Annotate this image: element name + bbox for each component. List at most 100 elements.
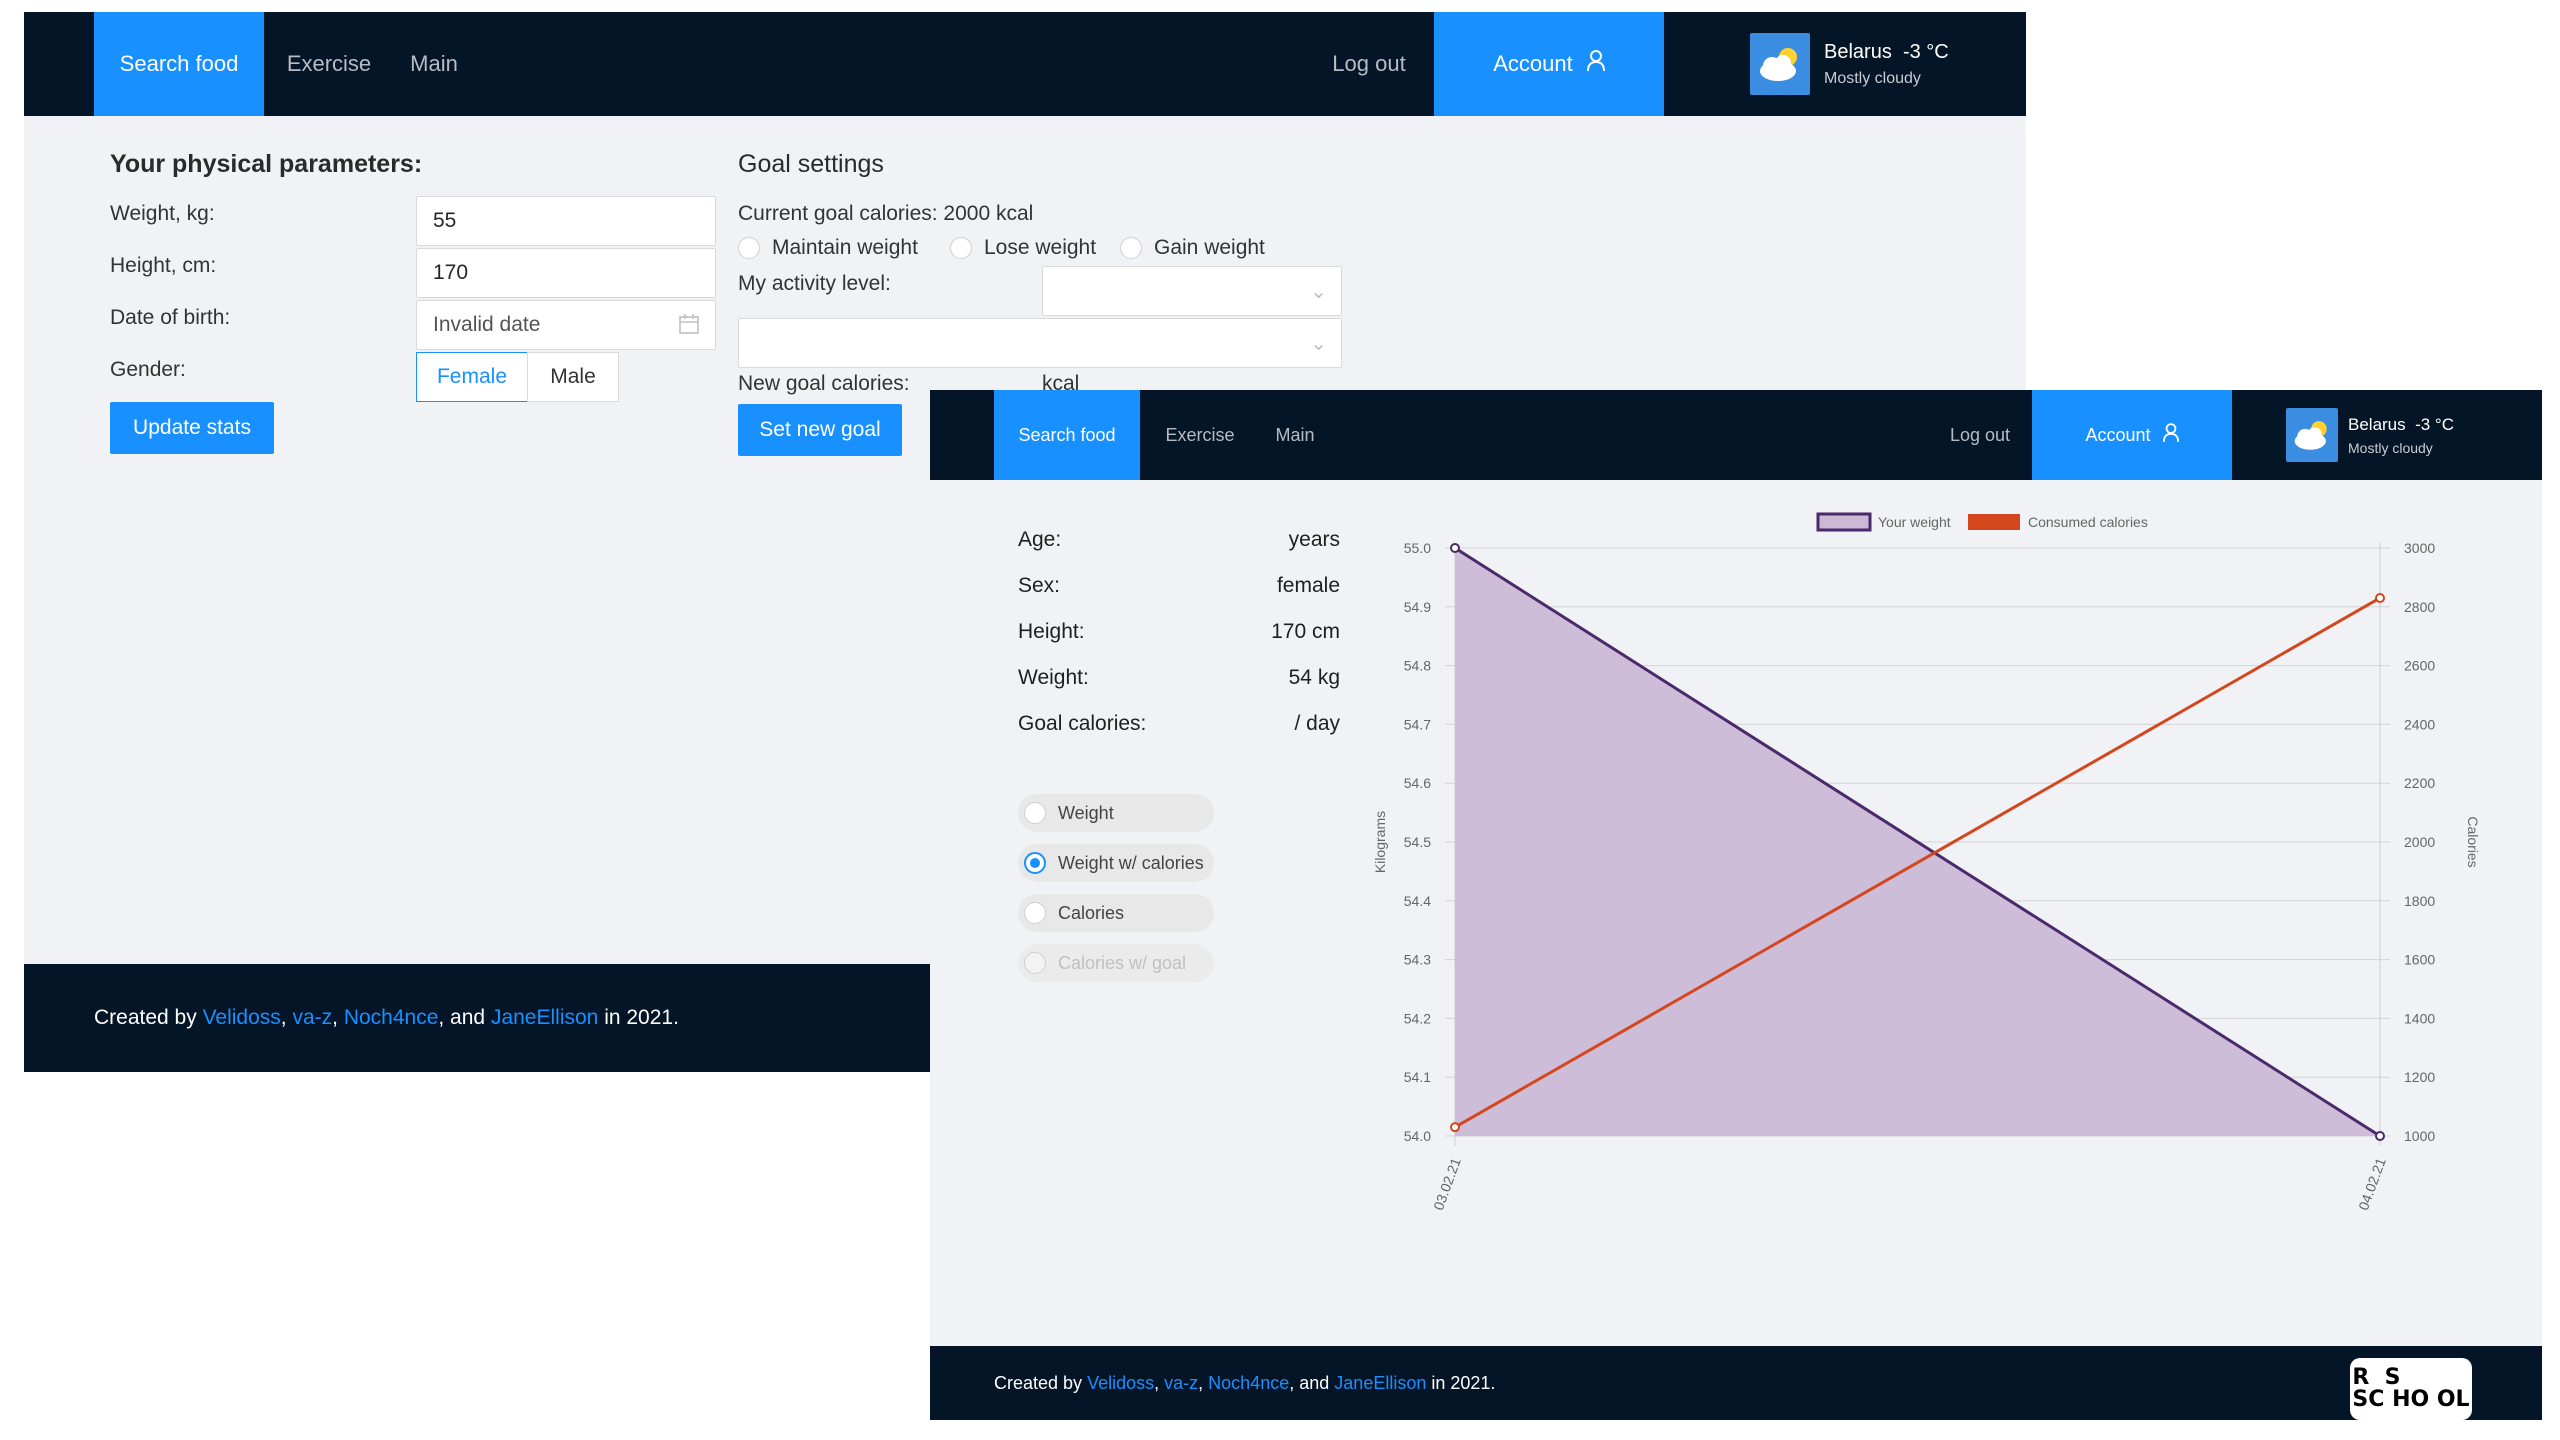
y-tick-label: 54.4 bbox=[1404, 893, 1431, 909]
goal-settings-title: Goal settings bbox=[738, 150, 884, 178]
nav-search-food-label: Search food bbox=[119, 51, 239, 76]
footer-year: in 2021. bbox=[604, 1006, 679, 1029]
chevron-down-icon: ⌄ bbox=[1310, 281, 1327, 303]
lose-weight-radio[interactable]: Lose weight bbox=[950, 236, 1096, 260]
radio-circle bbox=[1024, 802, 1046, 824]
author-link-velidoss[interactable]: Velidoss bbox=[203, 1006, 281, 1030]
y2-axis-title: Calories bbox=[2465, 816, 2480, 867]
logout-link[interactable]: Log out bbox=[1930, 390, 2030, 480]
weather-description: Mostly cloudy bbox=[1824, 69, 1921, 87]
chart-option-calories-goal: Calories w/ goal bbox=[1018, 944, 1214, 982]
legend-swatch-weight bbox=[1816, 512, 1872, 532]
chart-option-weight-calories[interactable]: Weight w/ calories bbox=[1018, 844, 1214, 882]
author-link-noch4nce[interactable]: Noch4nce bbox=[344, 1006, 439, 1030]
rs-school-logo-text: R S SC HO OL bbox=[2352, 1365, 2470, 1412]
nav-exercise-label: Exercise bbox=[286, 51, 372, 76]
gain-weight-radio[interactable]: Gain weight bbox=[1120, 236, 1265, 260]
weight-value: 54 kg bbox=[1288, 666, 1340, 689]
y2-tick-label: 3000 bbox=[2404, 540, 2435, 556]
nav-main[interactable]: Main bbox=[1260, 390, 1330, 480]
current-goal-text: Current goal calories: 2000 kcal bbox=[738, 202, 1034, 225]
partly-cloudy-icon bbox=[2286, 408, 2338, 462]
legend-swatch-calories bbox=[1968, 514, 2020, 530]
author-link-janeellison[interactable]: JaneEllison bbox=[491, 1006, 598, 1030]
nav-exercise[interactable]: Exercise bbox=[274, 12, 384, 116]
update-stats-button[interactable]: Update stats bbox=[110, 402, 274, 454]
goal-calories-label: Goal calories: bbox=[1018, 712, 1147, 735]
weight-label: Weight, kg: bbox=[110, 202, 215, 225]
y2-tick-label: 2200 bbox=[2404, 775, 2435, 791]
nav-search-food[interactable]: Search food bbox=[94, 12, 264, 116]
age-label: Age: bbox=[1018, 528, 1062, 551]
y-tick-label: 54.1 bbox=[1404, 1069, 1431, 1085]
activity-level-select[interactable]: ⌄ bbox=[1042, 266, 1342, 316]
weight-point bbox=[1450, 543, 1460, 553]
new-goal-label: New goal calories: bbox=[738, 372, 910, 395]
footer-and: , and bbox=[438, 1006, 486, 1029]
weather-widget: Belarus -3 °C Mostly cloudy bbox=[2286, 390, 2454, 480]
logout-label: Log out bbox=[1332, 51, 1406, 76]
gender-female-option[interactable]: Female bbox=[416, 352, 528, 402]
y-tick-label: 54.6 bbox=[1404, 775, 1431, 791]
author-link-velidoss[interactable]: Velidoss bbox=[1087, 1373, 1154, 1394]
y-tick-label: 54.7 bbox=[1404, 716, 1431, 732]
chart-option-label: Calories bbox=[1058, 902, 1125, 923]
set-new-goal-button[interactable]: Set new goal bbox=[738, 404, 902, 456]
lose-weight-label: Lose weight bbox=[984, 236, 1097, 259]
weather-description: Mostly cloudy bbox=[2348, 439, 2433, 456]
nav-main-label: Main bbox=[1275, 424, 1315, 445]
maintain-weight-label: Maintain weight bbox=[772, 236, 918, 259]
weight-input[interactable]: 55 bbox=[416, 196, 716, 246]
sex-label: Sex: bbox=[1018, 574, 1061, 597]
y2-tick-label: 1600 bbox=[2404, 952, 2435, 968]
legend-label-weight: Your weight bbox=[1878, 514, 1951, 530]
chevron-down-icon: ⌄ bbox=[1310, 333, 1327, 355]
calendar-icon bbox=[679, 313, 699, 341]
account-label: Account bbox=[2085, 424, 2151, 445]
nav-main[interactable]: Main bbox=[394, 12, 474, 116]
chart-option-label: Calories w/ goal bbox=[1058, 952, 1187, 973]
radio-circle bbox=[1120, 237, 1142, 259]
weather-text: Belarus -3 °C Mostly cloudy bbox=[1824, 41, 1949, 88]
nav-main-label: Main bbox=[410, 51, 458, 76]
age-value: years bbox=[1288, 528, 1340, 551]
y-tick-label: 54.0 bbox=[1404, 1128, 1431, 1144]
chart-option-label: Weight bbox=[1058, 802, 1114, 823]
rs-school-logo[interactable]: R S SC HO OL bbox=[2350, 1358, 2472, 1420]
dob-value: Invalid date bbox=[433, 313, 541, 336]
nav-search-food[interactable]: Search food bbox=[994, 390, 1140, 480]
nav-exercise[interactable]: Exercise bbox=[1150, 390, 1250, 480]
top-nav: Search food Exercise Main Log out Accoun… bbox=[930, 390, 2542, 480]
radio-circle bbox=[1024, 902, 1046, 924]
account-button[interactable]: Account bbox=[2032, 390, 2232, 480]
y2-tick-label: 2400 bbox=[2404, 716, 2435, 732]
author-link-janeellison[interactable]: JaneEllison bbox=[1334, 1373, 1426, 1394]
weather-location: Belarus -3 °C bbox=[1824, 40, 1949, 63]
y-tick-label: 54.5 bbox=[1404, 834, 1431, 850]
user-icon bbox=[1586, 50, 1605, 78]
height-label: Height: bbox=[1018, 620, 1085, 643]
chart-option-weight[interactable]: Weight bbox=[1018, 794, 1214, 832]
goal-type-select[interactable]: ⌄ bbox=[738, 318, 1342, 368]
dob-datepicker[interactable]: Invalid date bbox=[416, 300, 716, 350]
radio-selected bbox=[1024, 852, 1046, 874]
chart-option-calories[interactable]: Calories bbox=[1018, 894, 1214, 932]
author-link-noch4nce[interactable]: Noch4nce bbox=[1208, 1373, 1289, 1394]
gender-male-option[interactable]: Male bbox=[527, 352, 619, 402]
physical-params-title: Your physical parameters: bbox=[110, 150, 423, 178]
author-link-va-z[interactable]: va-z bbox=[1164, 1373, 1198, 1394]
maintain-weight-radio[interactable]: Maintain weight bbox=[738, 236, 918, 260]
legend-label-calories: Consumed calories bbox=[2028, 514, 2148, 530]
x-tick-label: 04.02.21 bbox=[2355, 1155, 2389, 1212]
account-button[interactable]: Account bbox=[1434, 12, 1664, 116]
y2-tick-label: 2600 bbox=[2404, 658, 2435, 674]
y-axis-title: Kilograms bbox=[1372, 811, 1388, 873]
y-tick-label: 54.2 bbox=[1404, 1010, 1431, 1026]
weight-calories-chart: 55.0 54.9 54.8 54.7 54.6 54.5 54.4 54.3 54.2 54.1… bbox=[1372, 512, 2480, 1212]
logout-link[interactable]: Log out bbox=[1314, 12, 1424, 116]
author-link-va-z[interactable]: va-z bbox=[292, 1006, 332, 1030]
height-input[interactable]: 170 bbox=[416, 248, 716, 298]
radio-circle bbox=[1024, 952, 1046, 974]
y-tick-label: 54.3 bbox=[1404, 952, 1431, 968]
y-tick-label: 54.9 bbox=[1404, 599, 1431, 615]
